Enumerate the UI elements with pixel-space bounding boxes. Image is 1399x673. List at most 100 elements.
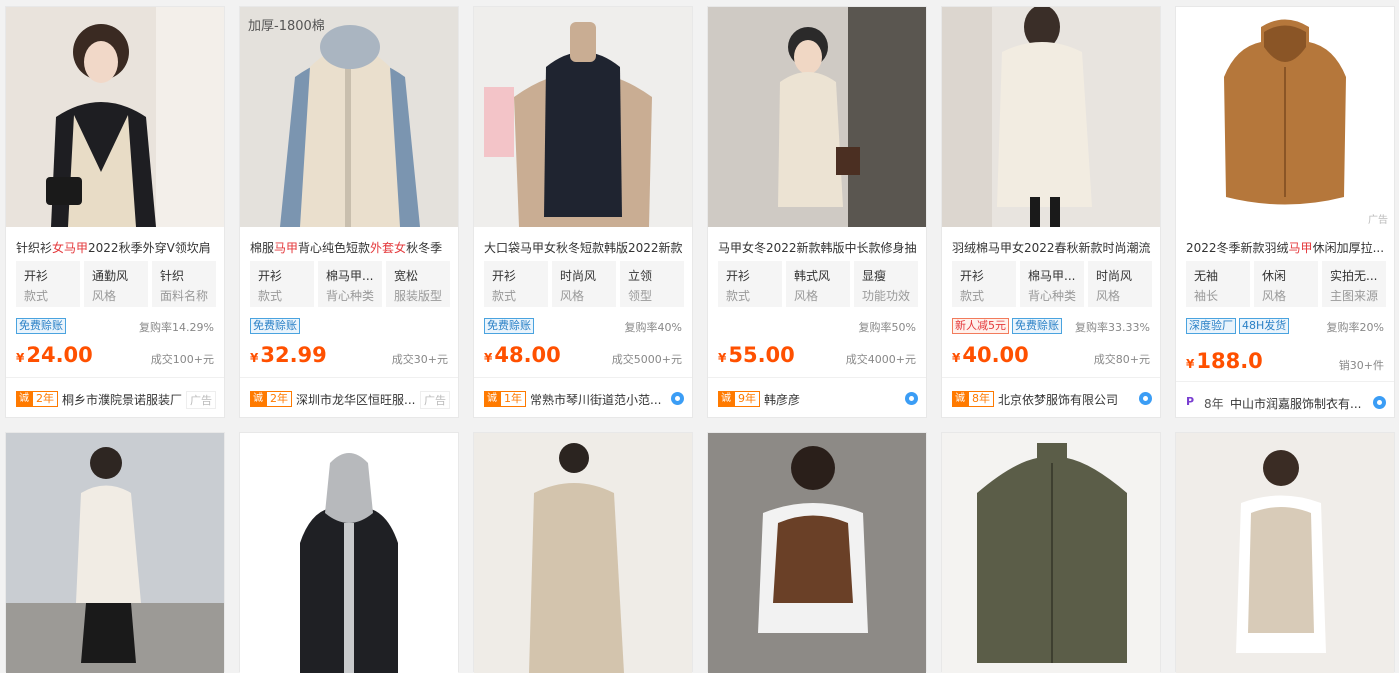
sales-volume: 成交30+元 — [391, 353, 448, 366]
price: ¥48.00 — [484, 343, 561, 367]
price: ¥188.0 — [1186, 349, 1263, 373]
keyword-highlight: 女马甲 — [52, 241, 89, 255]
price: ¥55.00 — [718, 343, 795, 367]
product-image[interactable] — [474, 7, 692, 227]
attribute: 针织 面料名称 — [152, 261, 216, 307]
product-image[interactable] — [474, 433, 692, 673]
product-title[interactable]: 棉服马甲背心纯色短款外套女秋冬季 — [250, 239, 450, 257]
trust-badge: 诚 2年 — [250, 391, 292, 407]
shop-footer: 诚 9年 韩彦彦 — [708, 377, 926, 418]
service-tag: 免费赊账 — [1012, 318, 1062, 334]
trust-badge: 诚 1年 — [484, 391, 526, 407]
product-card[interactable]: 针织衫女马甲2022秋季外穿V领坎肩 开衫 款式 通勤风 风格 针织 面料名称 免费赊… — [5, 6, 225, 418]
product-attributes: 开衫 款式 棉马甲... 背心种类 宽松 服装版型 — [250, 261, 450, 309]
product-image[interactable] — [708, 433, 926, 673]
years-label: 8年 — [1204, 397, 1224, 411]
shop-name[interactable]: 韩彦彦 — [764, 391, 904, 408]
shop-footer: 诚 2年 深圳市龙华区恒旺服... 广告 — [240, 377, 458, 418]
shield-icon: 诚 — [16, 391, 32, 407]
title-text: 马甲女冬2022新款韩版中长款修身抽 — [718, 241, 917, 255]
keyword-highlight: 马甲 — [274, 241, 299, 255]
shield-icon: 诚 — [952, 391, 968, 407]
product-attributes: 开衫 款式 通勤风 风格 针织 面料名称 — [16, 261, 216, 309]
product-image[interactable] — [6, 433, 224, 673]
product-card[interactable] — [941, 432, 1161, 673]
title-text: 2022冬季新款羽绒 — [1186, 241, 1289, 255]
repurchase-rate: 复购率20% — [1326, 321, 1384, 334]
attribute: 时尚风 风格 — [1088, 261, 1152, 307]
product-image[interactable] — [708, 7, 926, 227]
product-image[interactable] — [942, 7, 1160, 227]
attribute: 显瘦 功能功效 — [854, 261, 918, 307]
product-attributes: 无袖 袖长 休闲 风格 实拍无... 主图来源 — [1186, 261, 1386, 309]
chat-icon[interactable] — [1139, 392, 1152, 405]
chat-icon[interactable] — [905, 392, 918, 405]
product-card[interactable] — [5, 432, 225, 673]
service-tag: 免费赊账 — [484, 318, 534, 334]
product-title[interactable]: 大口袋马甲女秋冬短款韩版2022新款 — [484, 239, 684, 257]
attribute: 开衫 款式 — [16, 261, 80, 307]
repurchase-rate: 复购率40% — [624, 321, 682, 334]
product-card[interactable] — [707, 432, 927, 673]
shield-icon: 诚 — [484, 391, 500, 407]
title-text: 休闲加厚拉... — [1312, 241, 1385, 255]
attribute: 实拍无... 主图来源 — [1322, 261, 1386, 307]
chat-icon[interactable] — [671, 392, 684, 405]
product-card[interactable] — [239, 432, 459, 673]
price: ¥24.00 — [16, 343, 93, 367]
product-title[interactable]: 针织衫女马甲2022秋季外穿V领坎肩 — [16, 239, 216, 257]
sales-volume: 成交4000+元 — [845, 353, 916, 366]
service-tags: 免费赊账 — [484, 318, 534, 334]
ad-label: 广告 — [186, 391, 216, 409]
product-card[interactable] — [473, 432, 693, 673]
attribute: 休闲 风格 — [1254, 261, 1318, 307]
product-attributes: 开衫 款式 棉马甲... 背心种类 时尚风 风格 — [952, 261, 1152, 309]
product-card[interactable]: 广告 2022冬季新款羽绒马甲休闲加厚拉... 无袖 袖长 休闲 风格 实拍无...… — [1175, 6, 1395, 418]
product-title[interactable]: 2022冬季新款羽绒马甲休闲加厚拉... — [1186, 239, 1386, 257]
shield-icon: 诚 — [250, 391, 266, 407]
service-tags: 免费赊账 — [250, 318, 300, 334]
product-image[interactable] — [6, 7, 224, 227]
shield-icon: 诚 — [718, 391, 734, 407]
price: ¥32.99 — [250, 343, 327, 367]
shop-footer: P 8年 中山市润嘉服饰制衣有... — [1176, 381, 1394, 422]
product-card[interactable]: 大口袋马甲女秋冬短款韩版2022新款 开衫 款式 时尚风 风格 立领 领型 免费赊账 … — [473, 6, 693, 418]
attribute: 立领 领型 — [620, 261, 684, 307]
shop-name[interactable]: 深圳市龙华区恒旺服... — [296, 391, 436, 408]
title-text: 背心纯色短款 — [298, 241, 371, 255]
product-attributes: 开衫 款式 韩式风 风格 显瘦 功能功效 — [718, 261, 918, 309]
product-card[interactable]: 加厚-1800棉 棉服马甲背心纯色短款外套女秋冬季 开衫 款式 棉马甲... 背心种… — [239, 6, 459, 418]
image-caption: 加厚-1800棉 — [248, 19, 325, 34]
shop-name[interactable]: 桐乡市濮院景诺服装厂 — [62, 391, 202, 408]
service-tag: 48H发货 — [1239, 318, 1290, 334]
attribute: 开衫 款式 — [952, 261, 1016, 307]
ad-label: 广告 — [1368, 215, 1388, 226]
product-image[interactable]: 加厚-1800棉 — [240, 7, 458, 227]
service-tag: 深度验厂 — [1186, 318, 1236, 334]
power-merchant-icon: P — [1186, 395, 1195, 408]
product-image[interactable] — [942, 433, 1160, 673]
attribute: 开衫 款式 — [484, 261, 548, 307]
title-text: 棉服 — [250, 241, 275, 255]
product-title[interactable]: 羽绒棉马甲女2022春秋新款时尚潮流 — [952, 239, 1152, 257]
attribute: 开衫 款式 — [718, 261, 782, 307]
title-text: 秋冬季 — [406, 241, 443, 255]
shop-name[interactable]: 北京依梦服饰有限公司 — [998, 391, 1138, 408]
product-card[interactable] — [1175, 432, 1395, 673]
product-image[interactable] — [240, 433, 458, 673]
product-image[interactable] — [1176, 433, 1394, 673]
repurchase-rate: 复购率50% — [858, 321, 916, 334]
product-title[interactable]: 马甲女冬2022新款韩版中长款修身抽 — [718, 239, 918, 257]
attribute: 开衫 款式 — [250, 261, 314, 307]
repurchase-rate: 复购率14.29% — [139, 321, 214, 334]
product-card[interactable]: 羽绒棉马甲女2022春秋新款时尚潮流 开衫 款式 棉马甲... 背心种类 时尚风 风格… — [941, 6, 1161, 418]
attribute: 韩式风 风格 — [786, 261, 850, 307]
attribute: 棉马甲... 背心种类 — [318, 261, 382, 307]
repurchase-rate: 复购率33.33% — [1075, 321, 1150, 334]
shop-name[interactable]: 常熟市琴川街道范小范... — [530, 391, 670, 408]
shop-name[interactable]: 中山市润嘉服饰制衣有... — [1230, 395, 1366, 412]
sales-volume: 成交5000+元 — [611, 353, 682, 366]
product-image[interactable]: 广告 — [1176, 7, 1394, 227]
product-card[interactable]: 马甲女冬2022新款韩版中长款修身抽 开衫 款式 韩式风 风格 显瘦 功能功效 复购率… — [707, 6, 927, 418]
chat-icon[interactable] — [1373, 396, 1386, 409]
